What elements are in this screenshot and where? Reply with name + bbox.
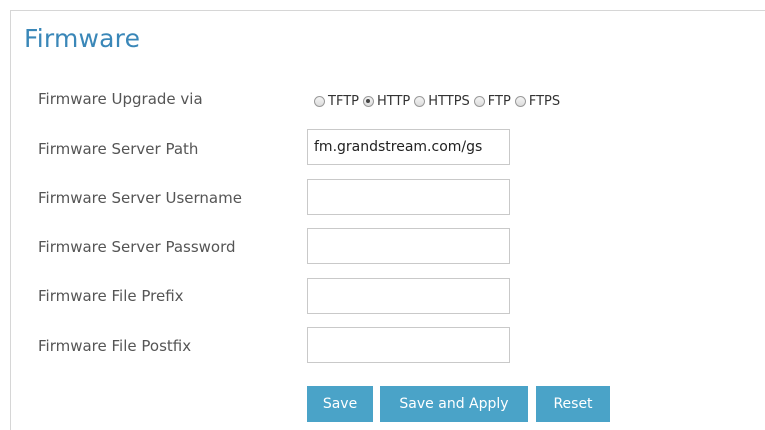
radio-https[interactable]: [414, 95, 426, 107]
reset-button[interactable]: Reset: [536, 386, 610, 422]
server-path-input[interactable]: [307, 129, 510, 165]
file-prefix-label: Firmware File Prefix: [38, 287, 184, 305]
radio-ftp[interactable]: [473, 95, 485, 107]
radio-option-tftp[interactable]: TFTP: [314, 94, 359, 109]
save-and-apply-button[interactable]: Save and Apply: [380, 386, 528, 422]
radio-option-https[interactable]: HTTPS: [414, 94, 470, 109]
save-button[interactable]: Save: [307, 386, 373, 422]
radio-http[interactable]: [362, 95, 374, 107]
server-password-input[interactable]: [307, 228, 510, 264]
upgrade-via-radio-group: TFTP HTTP HTTPS FTP FTPS: [314, 91, 564, 111]
server-username-input[interactable]: [307, 179, 510, 215]
radio-option-http[interactable]: HTTP: [362, 93, 411, 109]
firmware-panel: Firmware Firmware Upgrade via TFTP HTTP …: [10, 10, 765, 430]
radio-label-tftp: TFTP: [328, 93, 359, 109]
radio-label-ftp: FTP: [487, 93, 511, 109]
section-title: Firmware: [24, 24, 141, 53]
radio-ftps[interactable]: [514, 95, 526, 107]
radio-label-https: HTTPS: [428, 93, 470, 109]
upgrade-via-label: Firmware Upgrade via: [38, 90, 203, 108]
file-postfix-label: Firmware File Postfix: [38, 337, 192, 355]
radio-option-ftp[interactable]: FTP: [473, 93, 511, 109]
server-path-label: Firmware Server Path: [38, 140, 199, 158]
server-username-label: Firmware Server Username: [38, 189, 242, 207]
radio-label-http: HTTP: [376, 93, 411, 109]
radio-tftp[interactable]: [314, 95, 325, 107]
radio-option-ftps[interactable]: FTPS: [514, 93, 561, 109]
server-password-label: Firmware Server Password: [38, 238, 236, 256]
file-prefix-input[interactable]: [307, 278, 510, 314]
radio-label-ftps: FTPS: [528, 93, 561, 109]
file-postfix-input[interactable]: [307, 327, 510, 363]
